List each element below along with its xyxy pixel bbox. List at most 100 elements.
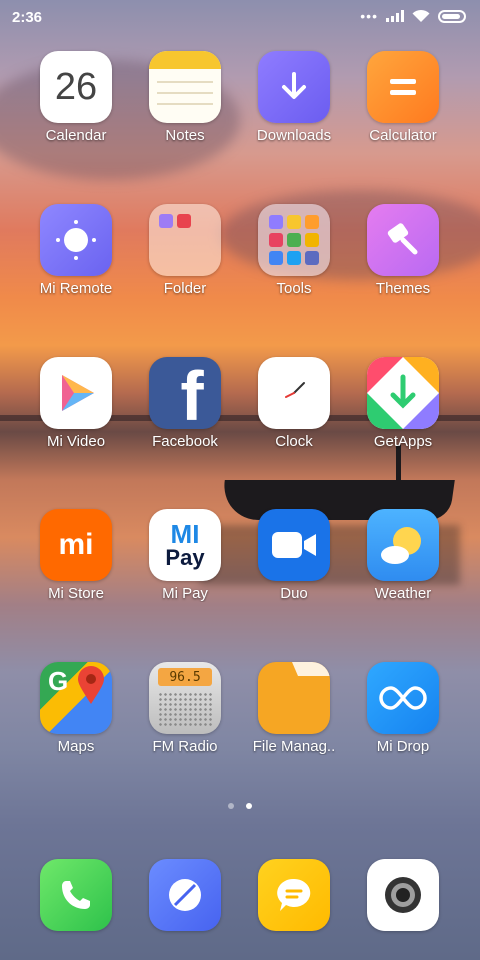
app-label: Downloads xyxy=(256,127,332,144)
app-label: Tools xyxy=(276,280,312,297)
app-label: Maps xyxy=(57,738,95,755)
app-weather[interactable]: Weather xyxy=(348,509,458,602)
app-downloads[interactable]: Downloads xyxy=(239,51,349,144)
battery-icon xyxy=(438,9,466,23)
page-indicator xyxy=(0,803,480,809)
app-facebook[interactable]: f Facebook xyxy=(130,357,240,450)
facebook-glyph: f xyxy=(180,357,204,429)
maps-pin-icon: G xyxy=(40,662,112,734)
clock-icon xyxy=(258,357,330,429)
mi-pay-pay: Pay xyxy=(165,545,205,570)
app-mi-remote[interactable]: Mi Remote xyxy=(21,204,131,297)
battery-level xyxy=(442,13,460,19)
app-label: Folder xyxy=(163,280,207,297)
mini-app-icon xyxy=(269,215,283,229)
mini-app-icon xyxy=(305,233,319,247)
app-label: GetApps xyxy=(373,433,433,450)
app-mi-video[interactable]: Mi Video xyxy=(21,357,131,450)
mini-app-icon xyxy=(269,251,283,265)
app-tools[interactable]: Tools xyxy=(239,204,349,297)
dock-browser[interactable] xyxy=(130,859,240,931)
maps-g-letter: G xyxy=(48,666,69,696)
dock-camera[interactable] xyxy=(348,859,458,931)
mini-app-icon xyxy=(269,233,283,247)
app-calculator[interactable]: Calculator xyxy=(348,51,458,144)
app-label: Mi Drop xyxy=(376,738,430,755)
app-file-manager[interactable]: File Manag.. xyxy=(239,662,349,755)
mini-app-icon xyxy=(287,215,301,229)
app-getapps[interactable]: GetApps xyxy=(348,357,458,450)
mini-app-icon xyxy=(287,251,301,265)
tiktok-mini-icon xyxy=(177,214,191,228)
paintbrush-icon xyxy=(367,204,439,276)
download-arrow-icon xyxy=(258,51,330,123)
calendar-date: 26 xyxy=(54,65,98,108)
calendar-icon: 26 xyxy=(40,51,112,123)
app-label: Calculator xyxy=(369,127,437,144)
dock-phone[interactable] xyxy=(21,859,131,931)
wifi-icon xyxy=(412,9,430,23)
app-mi-pay[interactable]: MI Pay Mi Pay xyxy=(130,509,240,602)
mi-logo-icon: mi xyxy=(40,509,112,581)
notes-icon xyxy=(149,51,221,123)
app-folder[interactable]: Folder xyxy=(130,204,240,297)
gallery-mini-icon xyxy=(159,214,173,228)
folder-icon xyxy=(149,204,221,276)
weather-sun-cloud-icon xyxy=(367,509,439,581)
app-maps[interactable]: G Maps xyxy=(21,662,131,755)
more-notifications-icon: ••• xyxy=(360,8,378,24)
app-themes[interactable]: Themes xyxy=(348,204,458,297)
play-triangle-icon xyxy=(40,357,112,429)
app-label: File Manag.. xyxy=(252,738,336,755)
app-label: Mi Store xyxy=(48,585,104,602)
app-mi-store[interactable]: mi Mi Store xyxy=(21,509,131,602)
app-label: Duo xyxy=(280,585,308,602)
app-label: Mi Remote xyxy=(39,280,113,297)
app-label: Notes xyxy=(165,127,205,144)
app-notes[interactable]: Notes xyxy=(130,51,240,144)
facebook-icon: f xyxy=(149,357,221,429)
mini-app-icon xyxy=(287,233,301,247)
tools-folder-icon xyxy=(258,204,330,276)
status-icons: ••• xyxy=(360,8,466,24)
app-label: Themes xyxy=(375,280,431,297)
app-mi-drop[interactable]: Mi Drop xyxy=(348,662,458,755)
browser-icon xyxy=(149,859,221,931)
mi-logo-text: mi xyxy=(58,528,94,561)
camera-icon xyxy=(367,859,439,931)
radio-icon: 96.5 xyxy=(149,662,221,734)
app-fm-radio[interactable]: 96.5 FM Radio xyxy=(130,662,240,755)
wallpaper-boat-mast xyxy=(396,445,401,505)
calculator-icon xyxy=(367,51,439,123)
remote-icon xyxy=(40,204,112,276)
app-label: Calendar xyxy=(45,127,107,144)
infinity-icon xyxy=(367,662,439,734)
getapps-icon xyxy=(367,357,439,429)
app-label: FM Radio xyxy=(152,738,218,755)
app-label: Mi Pay xyxy=(162,585,208,602)
page-dot-active[interactable] xyxy=(246,803,252,809)
app-label: Mi Video xyxy=(46,433,106,450)
page-dot[interactable] xyxy=(228,803,234,809)
app-label: Weather xyxy=(374,585,432,602)
app-clock[interactable]: Clock xyxy=(239,357,349,450)
cell-signal-icon xyxy=(386,10,404,22)
app-calendar[interactable]: 26 Calendar xyxy=(21,51,131,144)
mini-app-icon xyxy=(305,215,319,229)
video-camera-icon xyxy=(258,509,330,581)
app-label: Facebook xyxy=(152,433,218,450)
radio-speaker-grille xyxy=(158,692,212,726)
mini-app-icon xyxy=(305,251,319,265)
message-bubble-icon xyxy=(258,859,330,931)
mi-pay-mi: MI xyxy=(170,519,200,549)
radio-frequency: 96.5 xyxy=(169,669,201,685)
mi-pay-icon: MI Pay xyxy=(149,509,221,581)
status-bar: 2:36 ••• xyxy=(0,0,480,34)
radio-display: 96.5 xyxy=(158,668,212,686)
app-label: Clock xyxy=(275,433,313,450)
file-folder-icon xyxy=(258,662,330,734)
dock-messaging[interactable] xyxy=(239,859,349,931)
app-duo[interactable]: Duo xyxy=(239,509,349,602)
status-time: 2:36 xyxy=(12,9,43,26)
phone-icon xyxy=(40,859,112,931)
